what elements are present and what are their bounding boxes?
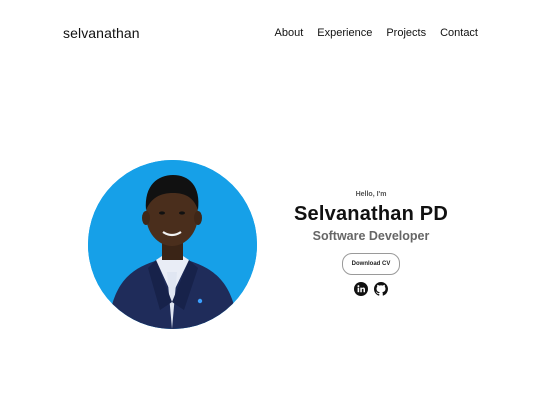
profile-photo-illustration xyxy=(88,160,257,329)
nav-link-projects[interactable]: Projects xyxy=(386,27,426,39)
top-nav: selvanathan About Experience Projects Co… xyxy=(0,0,540,68)
hero-name: Selvanathan PD xyxy=(294,203,448,225)
download-cv-button[interactable]: Download CV xyxy=(341,253,401,275)
hero-role: Software Developer xyxy=(312,229,430,243)
nav-link-about[interactable]: About xyxy=(275,27,304,39)
hero-intro: Hello, I'm Selvanathan PD Software Devel… xyxy=(286,190,456,296)
nav-links: About Experience Projects Contact xyxy=(275,27,478,39)
social-links xyxy=(286,282,456,296)
site-logo[interactable]: selvanathan xyxy=(63,25,140,41)
portfolio-page: selvanathan About Experience Projects Co… xyxy=(0,0,540,405)
hero-greeting: Hello, I'm xyxy=(355,191,387,198)
github-icon[interactable] xyxy=(374,282,388,296)
nav-link-contact[interactable]: Contact xyxy=(440,27,478,39)
linkedin-icon[interactable] xyxy=(354,282,368,296)
nav-link-experience[interactable]: Experience xyxy=(317,27,372,39)
profile-photo xyxy=(88,160,257,329)
